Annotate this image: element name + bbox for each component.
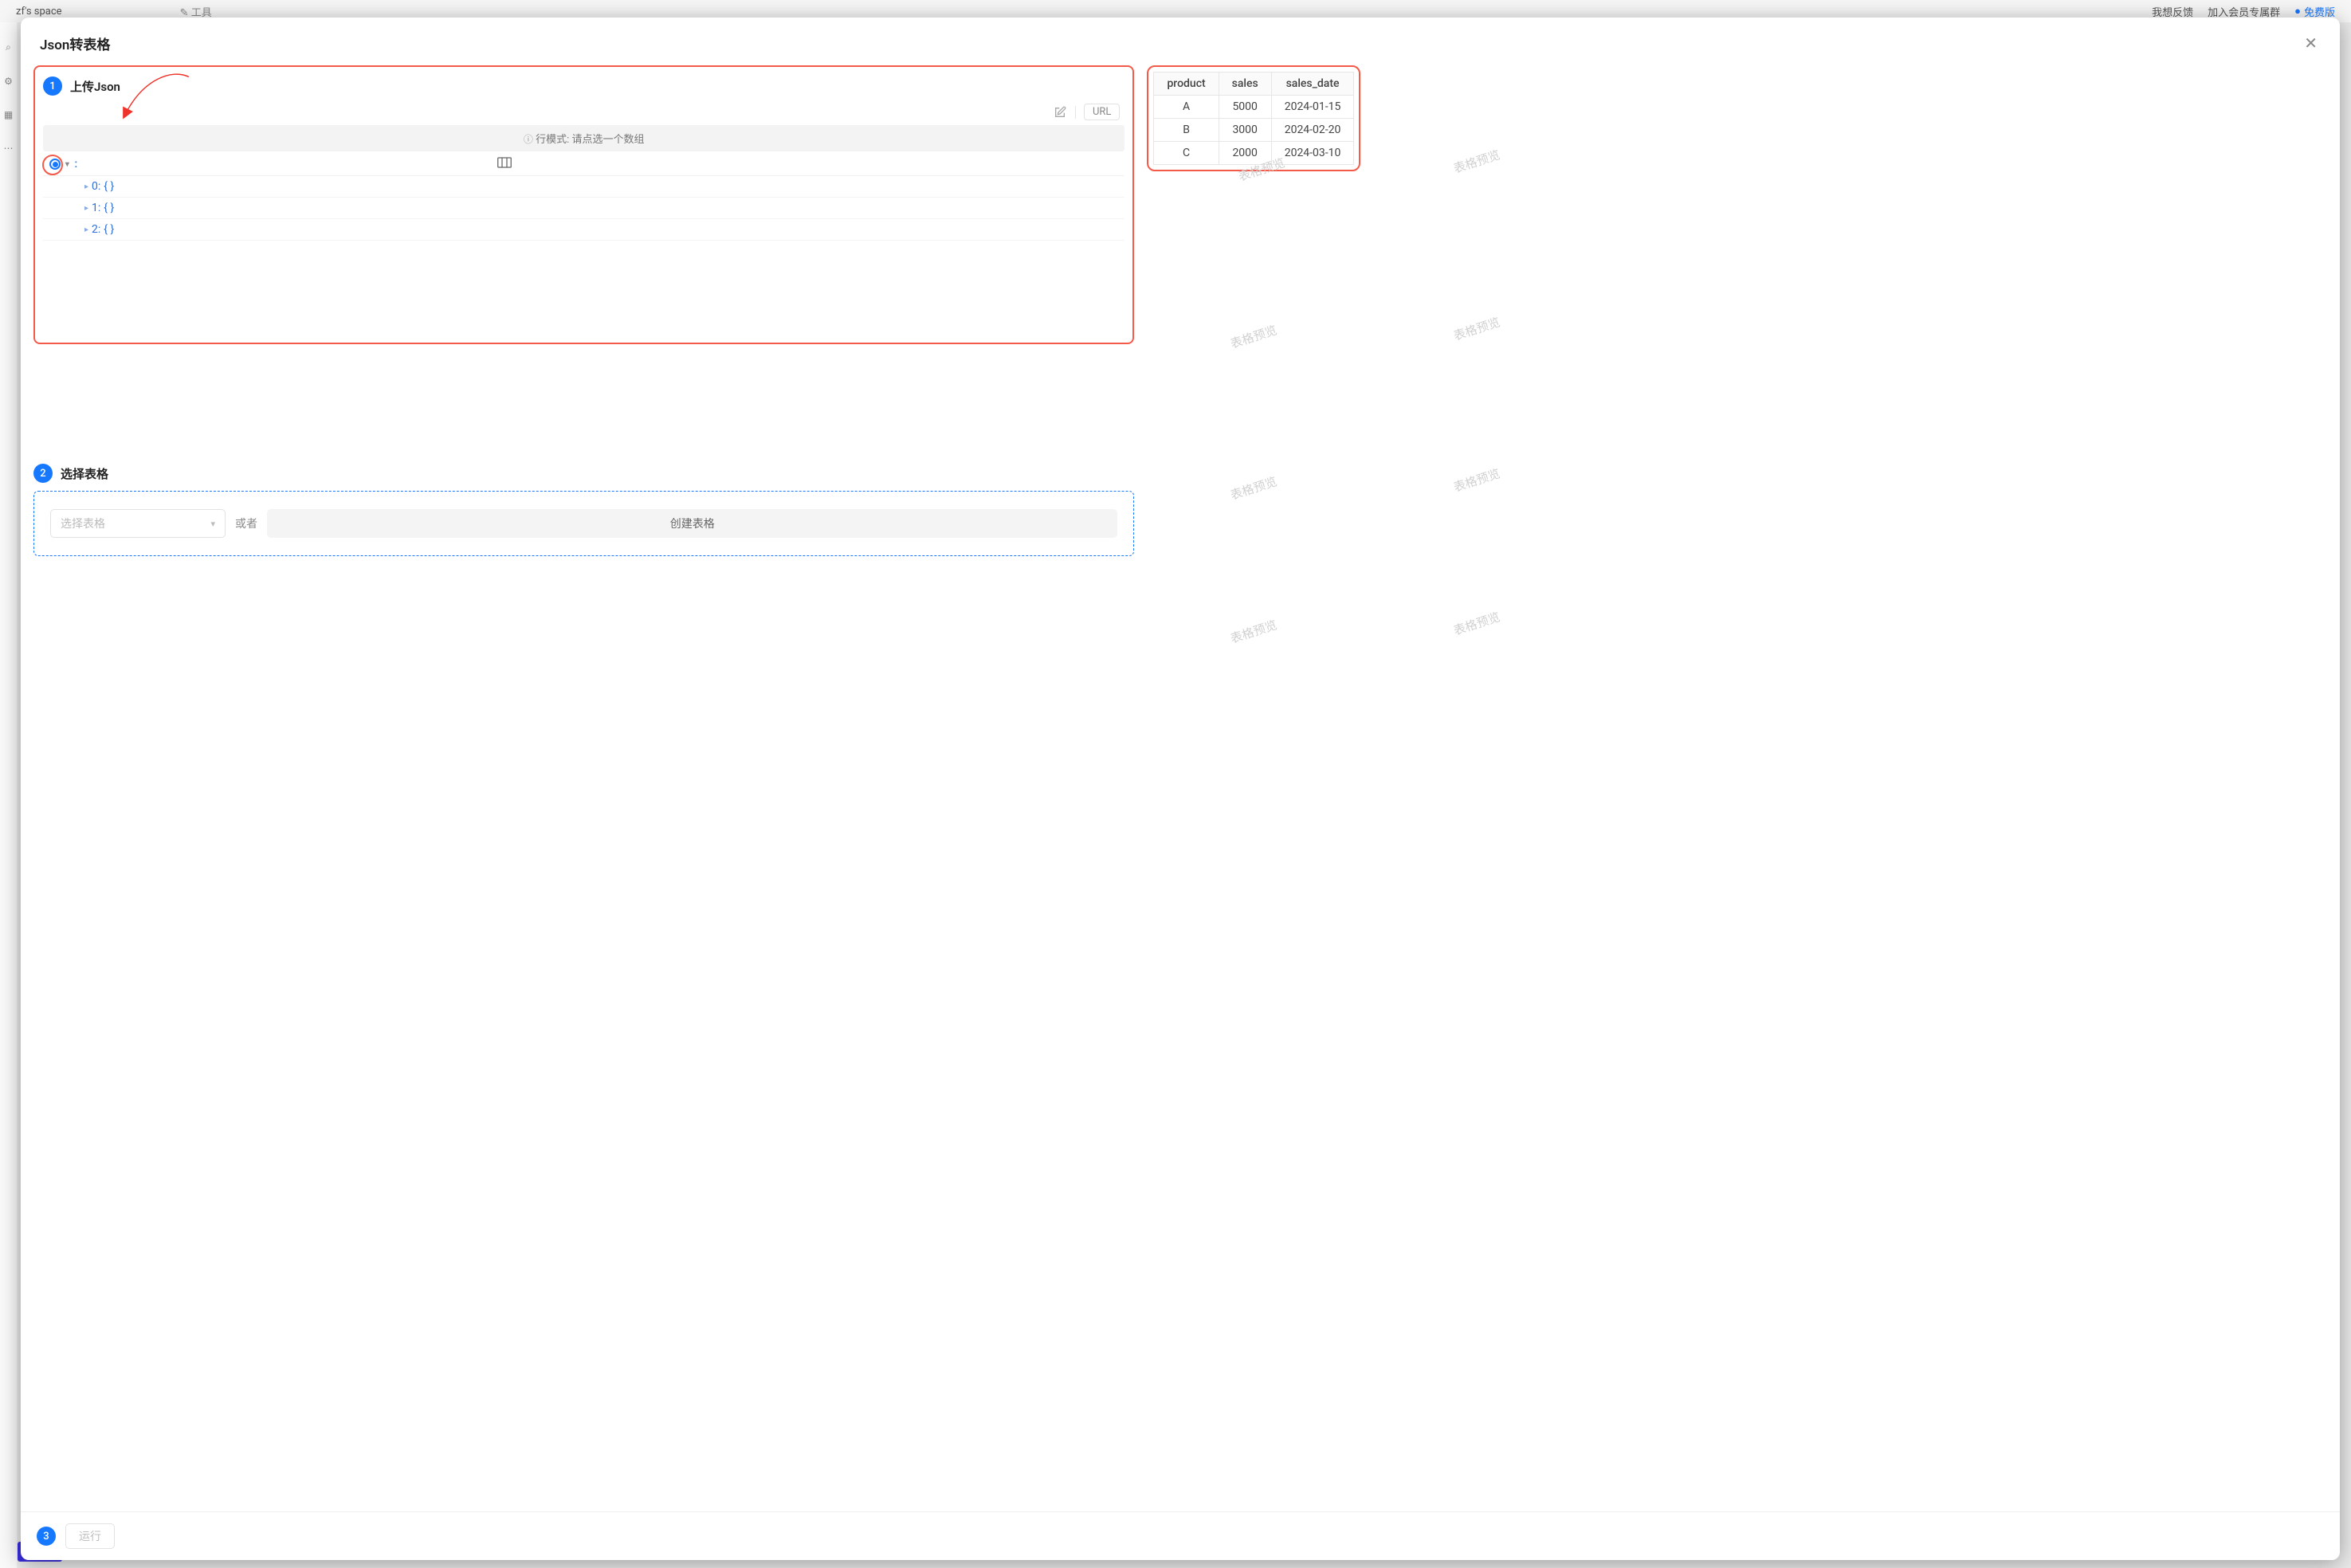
toolbar-divider: [1075, 106, 1076, 119]
watermark: 表格预览: [1452, 465, 1503, 496]
help-icon: ⓘ: [524, 134, 533, 145]
expand-icon[interactable]: ▸: [84, 204, 88, 213]
table-row: C 2000 2024-03-10: [1154, 142, 1354, 165]
app-background: zf's space ✎ 工具 我想反馈 加入会员专属群 ● 免费版 ⌕⚙▦⋯ …: [0, 0, 2351, 1568]
right-pane-preview: product sales sales_date A 5000 2024-01-…: [1134, 65, 2327, 1511]
step1-title: 上传Json: [70, 78, 120, 95]
row-mode-hint: ⓘ 行模式: 请点选一个数组: [43, 125, 1124, 151]
step2-badge: 2: [33, 464, 53, 483]
run-button[interactable]: 运行: [65, 1523, 115, 1549]
close-icon[interactable]: ✕: [2301, 32, 2321, 54]
bg-space-name: zf's space: [16, 6, 62, 18]
watermark: 表格预览: [1452, 313, 1503, 344]
watermark: 表格预览: [1452, 608, 1503, 639]
step1-highlight-box: 1 上传Json URL ⓘ 行模式: 请点选一个数组: [33, 65, 1134, 344]
expand-icon[interactable]: ▸: [84, 225, 88, 234]
json-child-0[interactable]: ▸ 0: { }: [43, 176, 1124, 198]
bg-badge-free[interactable]: ● 免费版: [2294, 4, 2335, 19]
table-select[interactable]: 选择表格 ▾: [50, 509, 226, 538]
step2-title: 选择表格: [61, 465, 108, 482]
watermark: 表格预览: [1229, 321, 1280, 352]
root-radio[interactable]: [49, 159, 61, 170]
left-pane: 1 上传Json URL ⓘ 行模式: 请点选一个数组: [33, 65, 1134, 1511]
json-to-table-modal: Json转表格 ✕ 1 上传Json URL: [21, 18, 2340, 1560]
watermark: 表格预览: [1452, 146, 1503, 177]
table-row: B 3000 2024-02-20: [1154, 119, 1354, 142]
chevron-down-icon[interactable]: ▸: [62, 162, 73, 167]
col-sales-date: sales_date: [1271, 73, 1354, 96]
json-tree: ▸ : ▸ 0: { } ▸ 1:: [43, 151, 1124, 241]
table-icon[interactable]: [497, 157, 512, 171]
json-child-2[interactable]: ▸ 2: { }: [43, 219, 1124, 241]
modal-body: 1 上传Json URL ⓘ 行模式: 请点选一个数组: [21, 65, 2340, 1511]
chevron-down-icon: ▾: [210, 519, 215, 529]
step2-header: 2 选择表格: [33, 462, 1134, 491]
table-header-row: product sales sales_date: [1154, 73, 1354, 96]
step2-dashed-box: 选择表格 ▾ 或者 创建表格: [33, 491, 1134, 556]
watermark: 表格预览: [1229, 472, 1280, 504]
modal-header: Json转表格 ✕: [21, 18, 2340, 65]
or-label: 或者: [235, 515, 257, 531]
bg-tool-label: ✎ 工具: [180, 4, 212, 19]
col-product: product: [1154, 73, 1219, 96]
preview-highlight-box: product sales sales_date A 5000 2024-01-…: [1147, 65, 1360, 171]
url-button[interactable]: URL: [1084, 104, 1120, 120]
json-child-1[interactable]: ▸ 1: { }: [43, 198, 1124, 219]
modal-title: Json转表格: [40, 33, 110, 53]
create-table-button[interactable]: 创建表格: [267, 509, 1117, 538]
step3-badge: 3: [37, 1527, 56, 1546]
col-sales: sales: [1219, 73, 1271, 96]
modal-footer: 3 运行: [21, 1511, 2340, 1560]
step1-badge: 1: [43, 76, 62, 96]
json-root-row[interactable]: ▸ :: [43, 153, 1124, 176]
table-row: A 5000 2024-01-15: [1154, 96, 1354, 119]
table-select-placeholder: 选择表格: [61, 515, 105, 531]
root-label: :: [75, 158, 78, 171]
watermark: 表格预览: [1229, 616, 1280, 647]
preview-table: product sales sales_date A 5000 2024-01-…: [1153, 72, 1354, 165]
bg-link-feedback[interactable]: 我想反馈: [2152, 4, 2193, 19]
step1-toolbar: URL: [43, 104, 1124, 125]
step1-header: 1 上传Json: [43, 75, 1124, 104]
step2-block: 2 选择表格 选择表格 ▾ 或者 创建表格: [33, 457, 1134, 556]
edit-icon[interactable]: [1053, 105, 1067, 120]
bg-sidebar-stub: ⌕⚙▦⋯: [0, 22, 18, 1568]
bg-link-vipgroup[interactable]: 加入会员专属群: [2208, 4, 2280, 19]
expand-icon[interactable]: ▸: [84, 182, 88, 191]
